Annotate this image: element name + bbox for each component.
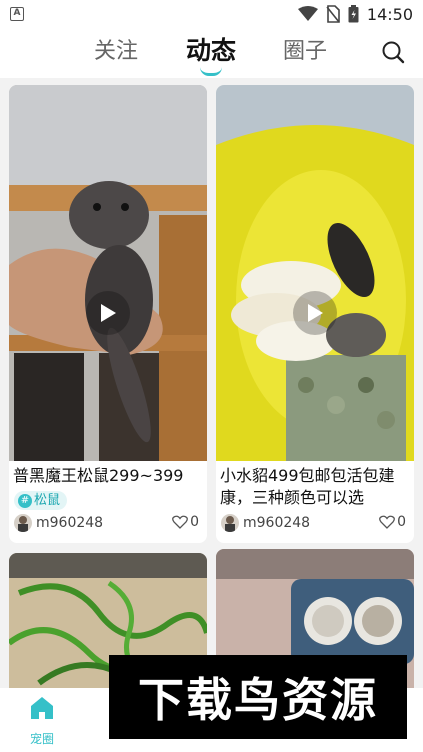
heart-icon [379,515,395,529]
like-button[interactable]: 0 [379,514,406,530]
battery-icon [348,5,359,23]
heart-icon [172,515,188,529]
search-icon[interactable] [381,40,405,64]
feed-card[interactable]: 小水貂499包邮包活包建康，三种颜色可以选 m960248 0 [216,85,414,543]
like-count: 0 [190,514,199,530]
feed-grid: 普黑魔王松鼠299~399 # 松鼠 m960248 0 小水貂499包邮包活包… [0,78,423,688]
play-icon [101,304,116,322]
screen: A 14:50 关注 动态 圈子 普黑魔王松鼠299~399 # 松鼠 m960… [0,0,423,752]
post-title: 小水貂499包邮包活包建康，三种颜色可以选 [220,466,395,507]
watermark-text: 下载鸟资源 [138,673,378,727]
tab-circles[interactable]: 圈子 [283,33,327,65]
hashtag-icon: # [18,493,32,508]
like-button[interactable]: 0 [172,514,199,530]
feed-card[interactable]: 普黑魔王松鼠299~399 # 松鼠 m960248 0 [9,85,207,543]
tab-feed[interactable]: 动态 [186,31,236,67]
notification-a-icon: A [10,7,24,21]
status-bar: A 14:50 [0,0,423,28]
active-tab-indicator [200,67,222,76]
nav-item-pet-circle[interactable]: 宠圈 [7,694,77,747]
post-thumbnail-squirrel [9,85,207,461]
home-icon [31,697,53,719]
wifi-icon [297,6,318,21]
like-count: 0 [397,514,406,530]
tab-following[interactable]: 关注 [94,33,138,65]
post-author[interactable]: m960248 [14,514,103,532]
author-name: m960248 [36,515,104,531]
author-name: m960248 [243,515,311,531]
status-icons: 14:50 [297,4,413,24]
play-button[interactable] [86,291,130,335]
no-sim-icon [326,5,340,23]
post-tag[interactable]: # 松鼠 [14,491,68,510]
post-author[interactable]: m960248 [221,514,310,532]
nav-label: 宠圈 [29,732,54,746]
play-button[interactable] [293,291,337,335]
avatar [14,514,32,532]
avatar [221,514,239,532]
post-title: 普黑魔王松鼠299~399 [13,466,184,485]
post-tag-label: 松鼠 [34,493,61,508]
top-tab-bar: 关注 动态 圈子 [0,28,423,78]
watermark-banner: 下载鸟资源 [109,655,407,739]
play-icon [308,304,323,322]
status-time: 14:50 [366,4,413,24]
post-thumbnail-mink [216,85,414,461]
